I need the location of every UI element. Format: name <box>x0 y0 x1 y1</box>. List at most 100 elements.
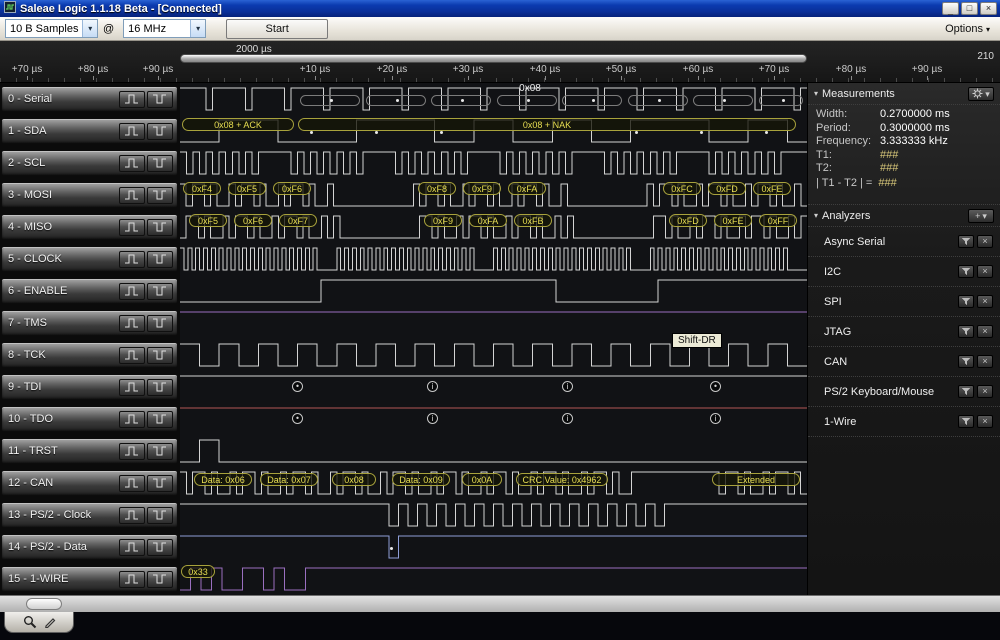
channel-button-3[interactable]: 3 - MOSI <box>1 182 178 208</box>
trigger-rising-button[interactable] <box>119 570 145 588</box>
trigger-rising-button[interactable] <box>119 474 145 492</box>
analyzer-name: I2C <box>824 265 842 278</box>
trigger-rising-button[interactable] <box>119 218 145 236</box>
start-button[interactable]: Start <box>226 18 329 39</box>
channel-button-11[interactable]: 11 - TRST <box>1 438 178 464</box>
ruler-overview-bar[interactable] <box>180 54 807 63</box>
minimize-button[interactable]: _ <box>942 2 959 15</box>
analyzer-row[interactable]: PS/2 Keyboard/Mouse × <box>808 377 1000 407</box>
sample-count-select[interactable]: 10 B Samples ▾ <box>5 19 98 38</box>
trigger-rising-button[interactable] <box>119 154 145 172</box>
waveform-2 <box>180 151 807 175</box>
analyzer-name: CAN <box>824 355 848 368</box>
analyzers-header[interactable]: ▾ Analyzers + ▾ <box>808 205 1000 227</box>
ruler-tick-label: +90 µs <box>911 64 943 75</box>
channel-button-0[interactable]: 0 - Serial <box>1 86 178 112</box>
trigger-falling-button[interactable] <box>147 538 173 556</box>
channel-button-6[interactable]: 6 - ENABLE <box>1 278 178 304</box>
options-button[interactable]: Options ▾ <box>945 21 990 37</box>
trigger-falling-button[interactable] <box>147 410 173 428</box>
analyzer-row[interactable]: Async Serial × <box>808 227 1000 257</box>
trigger-rising-button[interactable] <box>119 410 145 428</box>
trigger-rising-button[interactable] <box>119 442 145 460</box>
trigger-rising-button[interactable] <box>119 346 145 364</box>
analyzer-settings-button[interactable] <box>958 355 974 368</box>
analyzer-settings-button[interactable] <box>958 295 974 308</box>
trigger-rising-button[interactable] <box>119 378 145 396</box>
measurements-settings-button[interactable]: ▾ <box>968 86 994 101</box>
channel-button-12[interactable]: 12 - CAN <box>1 470 178 496</box>
channel-button-14[interactable]: 14 - PS/2 - Data <box>1 534 178 560</box>
trigger-falling-button[interactable] <box>147 506 173 524</box>
trigger-falling-button[interactable] <box>147 474 173 492</box>
channel-button-13[interactable]: 13 - PS/2 - Clock <box>1 502 178 528</box>
trigger-falling-button[interactable] <box>147 282 173 300</box>
zoom-tool-tab[interactable] <box>4 612 74 633</box>
analyzer-name: SPI <box>824 295 842 308</box>
horizontal-scrollbar-thumb[interactable] <box>26 598 62 610</box>
channel-button-7[interactable]: 7 - TMS <box>1 310 178 336</box>
trigger-falling-button[interactable] <box>147 378 173 396</box>
trigger-falling-button[interactable] <box>147 442 173 460</box>
channel-button-8[interactable]: 8 - TCK <box>1 342 178 368</box>
trigger-rising-button[interactable] <box>119 506 145 524</box>
trigger-falling-button[interactable] <box>147 346 173 364</box>
trigger-buttons <box>119 154 173 172</box>
sample-rate-select[interactable]: 16 MHz ▾ <box>123 19 207 38</box>
trigger-rising-button[interactable] <box>119 314 145 332</box>
trigger-falling-button[interactable] <box>147 122 173 140</box>
channel-row: 2 - SCL <box>0 147 180 179</box>
channel-button-10[interactable]: 10 - TDO <box>1 406 178 432</box>
trigger-falling-button[interactable] <box>147 314 173 332</box>
add-analyzer-button[interactable]: + ▾ <box>968 208 994 223</box>
channel-row: 9 - TDI <box>0 371 180 403</box>
analyzer-remove-button[interactable]: × <box>977 355 993 368</box>
channel-button-2[interactable]: 2 - SCL <box>1 150 178 176</box>
channel-button-4[interactable]: 4 - MISO <box>1 214 178 240</box>
analyzer-settings-button[interactable] <box>958 325 974 338</box>
trigger-falling-button[interactable] <box>147 154 173 172</box>
analyzer-remove-button[interactable]: × <box>977 265 993 278</box>
trigger-falling-button[interactable] <box>147 570 173 588</box>
close-icon: × <box>985 3 992 13</box>
trigger-rising-button[interactable] <box>119 538 145 556</box>
trigger-falling-button[interactable] <box>147 218 173 236</box>
close-icon: × <box>982 416 988 426</box>
analyzer-settings-button[interactable] <box>958 265 974 278</box>
analyzer-row[interactable]: SPI × <box>808 287 1000 317</box>
analyzer-settings-button[interactable] <box>958 235 974 248</box>
trigger-rising-button[interactable] <box>119 282 145 300</box>
close-button[interactable]: × <box>980 2 997 15</box>
trigger-rising-button[interactable] <box>119 186 145 204</box>
trigger-rising-button[interactable] <box>119 122 145 140</box>
analyzer-remove-button[interactable]: × <box>977 235 993 248</box>
trigger-falling-button[interactable] <box>147 250 173 268</box>
analyzer-row[interactable]: I2C × <box>808 257 1000 287</box>
analyzer-settings-button[interactable] <box>958 385 974 398</box>
channel-button-9[interactable]: 9 - TDI <box>1 374 178 400</box>
trigger-rising-button[interactable] <box>119 250 145 268</box>
analyzer-remove-button[interactable]: × <box>977 385 993 398</box>
timeline-ruler[interactable]: 2000 µs 210 +70 µs +80 µs +90 µs +10 µs +20 … <box>0 41 1000 83</box>
maximize-button[interactable]: □ <box>961 2 978 15</box>
trigger-falling-button[interactable] <box>147 186 173 204</box>
channel-button-5[interactable]: 5 - CLOCK <box>1 246 178 272</box>
measurement-value: ### <box>878 176 897 189</box>
analyzer-row[interactable]: CAN × <box>808 347 1000 377</box>
trigger-rising-button[interactable] <box>119 90 145 108</box>
ruler-tick-label: +30 µs <box>452 64 484 75</box>
decode-bubble: Data: 0x07 <box>260 473 318 486</box>
analyzer-row[interactable]: JTAG × <box>808 317 1000 347</box>
channel-button-1[interactable]: 1 - SDA <box>1 118 178 144</box>
channel-button-15[interactable]: 15 - 1-WIRE <box>1 566 178 592</box>
analyzer-settings-button[interactable] <box>958 415 974 428</box>
analyzer-remove-button[interactable]: × <box>977 415 993 428</box>
waveform-area[interactable]: 0x08 + ACK 0x08 + NAK 0xF4 0xF5 0xF6 0xF8 0xF9… <box>180 83 807 595</box>
trigger-falling-button[interactable] <box>147 90 173 108</box>
measurements-header[interactable]: ▾ Measurements ▾ <box>808 83 1000 105</box>
channel-row: 3 - MOSI <box>0 179 180 211</box>
analyzer-remove-button[interactable]: × <box>977 325 993 338</box>
analyzer-row[interactable]: 1-Wire × <box>808 407 1000 437</box>
horizontal-scrollbar[interactable] <box>0 595 1000 612</box>
analyzer-remove-button[interactable]: × <box>977 295 993 308</box>
